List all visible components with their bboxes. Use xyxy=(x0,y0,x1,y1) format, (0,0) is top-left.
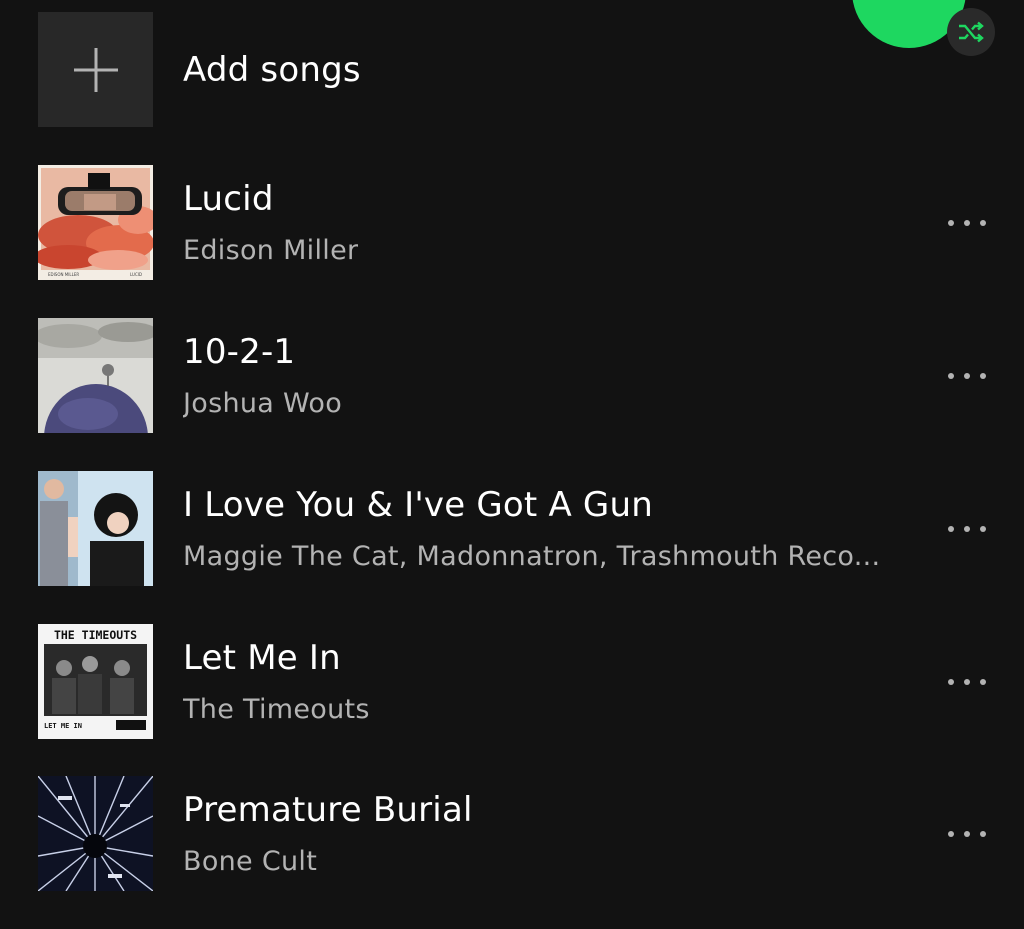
more-options-icon xyxy=(980,373,986,379)
track-artist: Bone Cult xyxy=(183,846,318,877)
album-cover: THE TIMEOUTS LET ME IN xyxy=(38,624,153,739)
more-options-icon xyxy=(964,526,970,532)
track-row[interactable]: THE TIMEOUTS LET ME IN Let Me In The Tim… xyxy=(38,624,998,739)
track-artist: Edison Miller xyxy=(183,235,359,266)
album-cover: EDISON MILLER LUCID xyxy=(38,165,153,280)
track-title: I Love You & I've Got A Gun xyxy=(183,485,653,525)
track-row[interactable]: I Love You & I've Got A Gun Maggie The C… xyxy=(38,471,998,586)
more-options-button[interactable] xyxy=(944,668,990,696)
track-artist: The Timeouts xyxy=(183,694,370,725)
track-artist: Joshua Woo xyxy=(183,388,343,419)
more-options-icon xyxy=(948,526,954,532)
more-options-button[interactable] xyxy=(944,209,990,237)
shuffle-icon xyxy=(959,21,984,43)
add-songs-tile[interactable] xyxy=(38,12,153,127)
cover-text-artist: EDISON MILLER xyxy=(48,272,79,277)
album-cover xyxy=(38,471,153,586)
plus-icon xyxy=(73,47,118,92)
track-title: Let Me In xyxy=(183,638,341,678)
album-cover xyxy=(38,318,153,433)
more-options-button[interactable] xyxy=(944,515,990,543)
more-options-icon xyxy=(948,220,954,226)
more-options-icon xyxy=(964,679,970,685)
track-title: Lucid xyxy=(183,179,274,219)
track-title: 10-2-1 xyxy=(183,332,296,372)
track-artist: Maggie The Cat, Madonnatron, Trashmouth … xyxy=(183,541,881,572)
add-songs-label: Add songs xyxy=(183,49,361,90)
more-options-icon xyxy=(980,526,986,532)
more-options-icon xyxy=(980,831,986,837)
track-title: Premature Burial xyxy=(183,790,473,830)
more-options-icon xyxy=(964,373,970,379)
more-options-button[interactable] xyxy=(944,362,990,390)
more-options-icon xyxy=(948,373,954,379)
cover-text-title: LET ME IN xyxy=(44,722,82,730)
album-cover xyxy=(38,776,153,891)
shuffle-button[interactable] xyxy=(947,8,995,56)
more-options-button[interactable] xyxy=(944,820,990,848)
track-row[interactable]: 10-2-1 Joshua Woo xyxy=(38,318,998,433)
more-options-icon xyxy=(964,831,970,837)
more-options-icon xyxy=(948,831,954,837)
more-options-icon xyxy=(980,679,986,685)
more-options-icon xyxy=(948,679,954,685)
cover-text-band: THE TIMEOUTS xyxy=(54,628,137,642)
track-row[interactable]: Premature Burial Bone Cult xyxy=(38,776,998,891)
add-songs-row[interactable]: Add songs xyxy=(38,12,938,127)
track-row[interactable]: EDISON MILLER LUCID Lucid Edison Miller xyxy=(38,165,998,280)
more-options-icon xyxy=(964,220,970,226)
more-options-icon xyxy=(980,220,986,226)
cover-text-title: LUCID xyxy=(130,272,142,277)
